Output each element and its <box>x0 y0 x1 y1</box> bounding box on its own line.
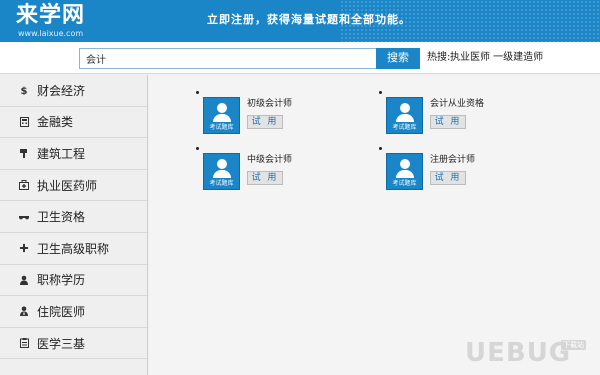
sidebar-item-label: 建筑工程 <box>37 146 86 161</box>
hammer-icon <box>19 148 29 159</box>
thumbnail-label: 考试题库 <box>392 124 417 131</box>
course-card: 考试题库 注册会计师 试 用 <box>379 147 536 195</box>
category-sidebar: $ 财会经济 金融类 建筑工程 执业医药师 卫生资格 卫生高级职称 职称学历 住… <box>0 75 148 375</box>
sidebar-item-label: 财会经济 <box>37 83 86 98</box>
calculator-icon <box>19 116 29 127</box>
app-header: 来学网 www.laixue.com 立即注册，获得海量试题和全部功能。 <box>0 0 600 42</box>
user-avatar-icon <box>400 103 410 113</box>
search-bar: 搜索 热搜: 执业医师 一级建造师 <box>0 42 600 74</box>
logo[interactable]: 来学网 <box>16 3 85 29</box>
course-title[interactable]: 注册会计师 <box>430 155 475 166</box>
hot-search-links[interactable]: 执业医师 一级建造师 <box>450 52 543 64</box>
sidebar-item-construction[interactable]: 建筑工程 <box>0 138 147 170</box>
sidebar-item-label: 金融类 <box>37 115 74 130</box>
doctor-icon <box>19 306 29 317</box>
user-icon <box>19 275 29 285</box>
sidebar-item-finance[interactable]: 金融类 <box>0 107 147 139</box>
medkit-icon <box>19 180 29 191</box>
sidebar-item-medical-basics[interactable]: 医学三基 <box>0 328 147 360</box>
course-panel: 考试题库 初级会计师 试 用 考试题库 会计从业资格 试 用 考试题库 中级会计… <box>149 75 600 375</box>
question-bank-thumbnail[interactable]: 考试题库 <box>386 153 423 190</box>
trial-button[interactable]: 试 用 <box>430 115 466 129</box>
svg-text:$: $ <box>21 86 28 95</box>
question-bank-thumbnail[interactable]: 考试题库 <box>203 97 240 134</box>
trial-button[interactable]: 试 用 <box>430 171 466 185</box>
search-button[interactable]: 搜索 <box>376 48 420 69</box>
question-bank-thumbnail[interactable]: 考试题库 <box>203 153 240 190</box>
register-slogan-link[interactable]: 立即注册，获得海量试题和全部功能。 <box>207 13 411 27</box>
sidebar-item-finance-economics[interactable]: $ 财会经济 <box>0 75 147 107</box>
trial-button[interactable]: 试 用 <box>247 171 283 185</box>
plus-icon <box>19 243 29 253</box>
bullet-dot <box>196 91 199 94</box>
sidebar-item-label: 住院医师 <box>37 304 86 319</box>
bullet-dot <box>379 91 382 94</box>
search-input[interactable] <box>79 48 377 69</box>
course-card: 考试题库 会计从业资格 试 用 <box>379 91 536 139</box>
sidebar-item-label: 卫生资格 <box>37 210 86 225</box>
course-title[interactable]: 中级会计师 <box>247 155 292 166</box>
logo-url: www.laixue.com <box>18 29 84 38</box>
dollar-icon: $ <box>19 85 29 95</box>
thumbnail-label: 考试题库 <box>392 180 417 187</box>
course-card: 考试题库 中级会计师 试 用 <box>196 147 353 195</box>
question-bank-thumbnail[interactable]: 考试题库 <box>386 97 423 134</box>
course-title[interactable]: 会计从业资格 <box>430 99 484 110</box>
thumbnail-label: 考试题库 <box>209 124 234 131</box>
clipboard-icon <box>19 338 29 349</box>
user-avatar-icon <box>400 159 410 169</box>
watermark: UEBUG 下载站 <box>449 334 594 370</box>
hot-search-label: 热搜: <box>427 52 451 63</box>
bullet-dot <box>379 147 382 150</box>
glasses-icon <box>19 212 29 222</box>
watermark-text: UEBUG <box>465 338 572 368</box>
course-title[interactable]: 初级会计师 <box>247 99 292 110</box>
sidebar-item-label: 医学三基 <box>37 336 86 351</box>
sidebar-item-health-qualification[interactable]: 卫生资格 <box>0 201 147 233</box>
user-avatar-icon <box>217 103 227 113</box>
sidebar-item-pharmacist[interactable]: 执业医药师 <box>0 170 147 202</box>
bullet-dot <box>196 147 199 150</box>
trial-button[interactable]: 试 用 <box>247 115 283 129</box>
sidebar-item-resident-physician[interactable]: 住院医师 <box>0 296 147 328</box>
sidebar-item-label: 职称学历 <box>37 273 86 288</box>
course-card: 考试题库 初级会计师 试 用 <box>196 91 353 139</box>
watermark-badge: 下载站 <box>561 340 586 350</box>
sidebar-item-label: 执业医药师 <box>37 178 98 193</box>
sidebar-item-health-senior-title[interactable]: 卫生高级职称 <box>0 233 147 265</box>
user-avatar-icon <box>217 159 227 169</box>
sidebar-item-title-education[interactable]: 职称学历 <box>0 265 147 297</box>
thumbnail-label: 考试题库 <box>209 180 234 187</box>
sidebar-item-label: 卫生高级职称 <box>37 241 110 256</box>
